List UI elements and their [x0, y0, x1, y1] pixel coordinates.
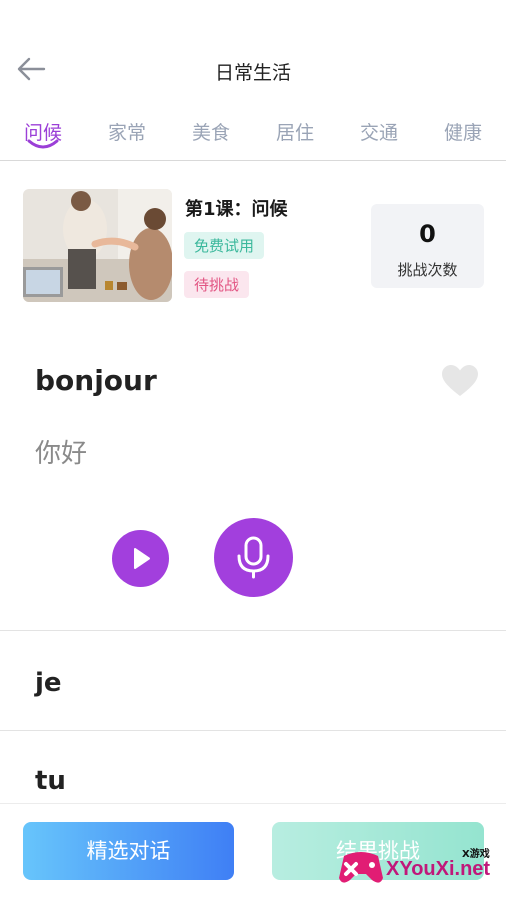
- tab-transport[interactable]: 交通: [349, 118, 409, 145]
- challenge-count-card: 0 挑战次数: [371, 204, 484, 288]
- play-icon: [134, 548, 150, 569]
- status-badge: 待挑战: [184, 271, 250, 298]
- featured-dialog-button[interactable]: 精选对话: [23, 822, 234, 880]
- category-tabs: 问候 家常 美食 居住 交通 健康: [0, 112, 506, 161]
- free-trial-badge: 免费试用: [184, 232, 265, 259]
- top-bar: 日常生活: [0, 0, 506, 100]
- record-voice-button[interactable]: [214, 518, 293, 597]
- tab-home[interactable]: 家常: [97, 118, 157, 145]
- list-item[interactable]: tu: [35, 766, 66, 796]
- tab-food[interactable]: 美食: [181, 118, 241, 145]
- divider: [0, 730, 506, 731]
- divider: [0, 630, 506, 631]
- tab-health[interactable]: 健康: [433, 118, 493, 145]
- tab-living[interactable]: 居住: [265, 118, 325, 145]
- play-audio-button[interactable]: [112, 530, 169, 587]
- watermark-small-text: X游戏: [462, 849, 490, 860]
- lesson-title: 第1课：问候: [185, 199, 288, 220]
- page-title: 日常生活: [214, 62, 291, 84]
- active-tab-indicator: [27, 139, 59, 149]
- microphone-icon: [237, 536, 270, 579]
- challenge-count: 0: [419, 220, 436, 248]
- handshake-image: [23, 189, 172, 302]
- gamepad-logo-icon: [339, 852, 383, 883]
- list-item[interactable]: je: [35, 668, 62, 698]
- heart-icon[interactable]: [441, 364, 479, 398]
- word-translation: 你好: [35, 439, 88, 469]
- challenge-count-label: 挑战次数: [397, 261, 458, 279]
- lesson-thumbnail[interactable]: [23, 189, 172, 302]
- current-word: bonjour: [35, 364, 157, 397]
- watermark-text: XYouXi.net: [386, 858, 491, 880]
